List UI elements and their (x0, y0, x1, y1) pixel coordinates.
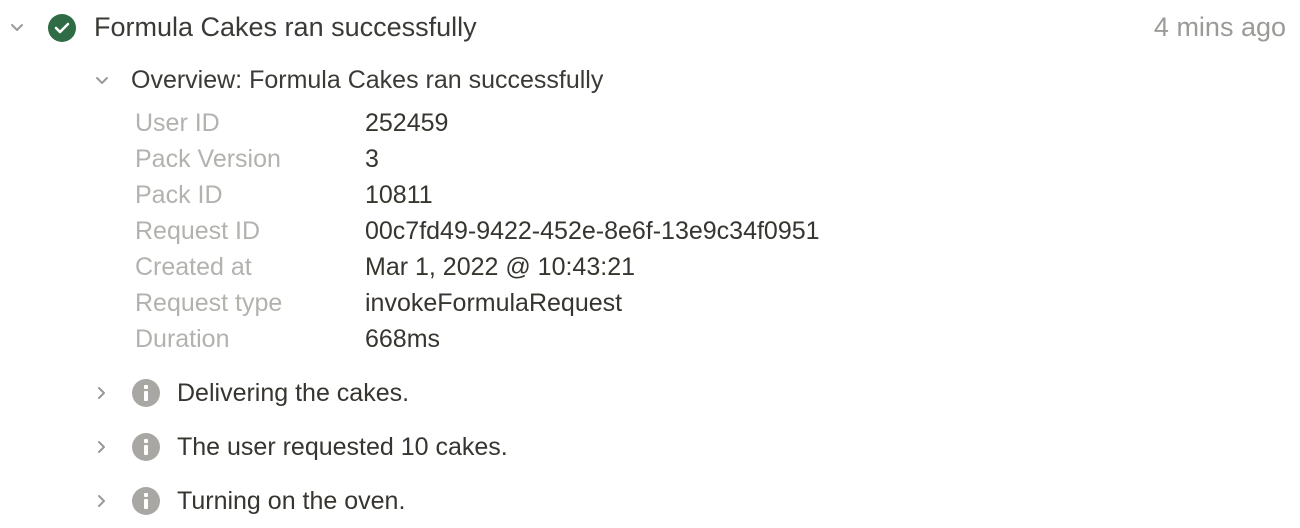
property-value: 252459 (365, 109, 449, 137)
overview-section-header[interactable]: Overview: Formula Cakes ran successfully (0, 60, 1300, 100)
log-entry-header[interactable]: Formula Cakes ran successfully 4 mins ag… (0, 0, 1300, 54)
property-row-request-id: Request ID 00c7fd49-9422-452e-8e6f-13e9c… (135, 214, 1035, 250)
log-item-user-requested[interactable]: The user requested 10 cakes. (0, 427, 1300, 467)
property-row-pack-id: Pack ID 10811 (135, 178, 1035, 214)
chevron-right-icon[interactable] (95, 440, 107, 453)
log-item-label: The user requested 10 cakes. (177, 433, 508, 461)
info-icon (132, 379, 160, 407)
property-value: invokeFormulaRequest (365, 289, 623, 317)
log-item-delivering[interactable]: Delivering the cakes. (0, 373, 1300, 413)
log-item-oven[interactable]: Turning on the oven. (0, 481, 1300, 521)
property-value: 3 (365, 145, 379, 173)
property-label: Created at (135, 253, 252, 281)
property-label: User ID (135, 109, 220, 137)
property-label: Request type (135, 289, 283, 317)
log-entry-title: Formula Cakes ran successfully (94, 12, 477, 42)
overview-title: Overview: Formula Cakes ran successfully (131, 66, 604, 94)
chevron-right-icon[interactable] (95, 386, 107, 399)
info-icon (132, 433, 160, 461)
property-value: 668ms (365, 325, 441, 353)
check-circle-icon (48, 14, 76, 42)
property-row-duration: Duration 668ms (135, 322, 1035, 358)
property-value: 10811 (365, 181, 433, 209)
overview-properties: User ID 252459 Pack Version 3 Pack ID 10… (135, 106, 1035, 358)
chevron-right-icon[interactable] (95, 494, 107, 507)
property-row-pack-version: Pack Version 3 (135, 142, 1035, 178)
log-item-label: Turning on the oven. (177, 487, 406, 515)
info-icon (132, 487, 160, 515)
property-value: Mar 1, 2022 @ 10:43:21 (365, 253, 635, 281)
property-label: Duration (135, 325, 230, 353)
property-label: Pack Version (135, 145, 281, 173)
property-value: 00c7fd49-9422-452e-8e6f-13e9c34f0951 (365, 217, 820, 245)
chevron-down-icon[interactable] (10, 21, 23, 33)
property-label: Request ID (135, 217, 261, 245)
property-row-request-type: Request type invokeFormulaRequest (135, 286, 1035, 322)
log-entry-timestamp: 4 mins ago (1153, 12, 1286, 42)
property-row-created-at: Created at Mar 1, 2022 @ 10:43:21 (135, 250, 1035, 286)
log-item-label: Delivering the cakes. (177, 379, 410, 407)
chevron-down-icon[interactable] (95, 74, 108, 86)
property-row-user-id: User ID 252459 (135, 106, 1035, 142)
property-label: Pack ID (135, 181, 223, 209)
